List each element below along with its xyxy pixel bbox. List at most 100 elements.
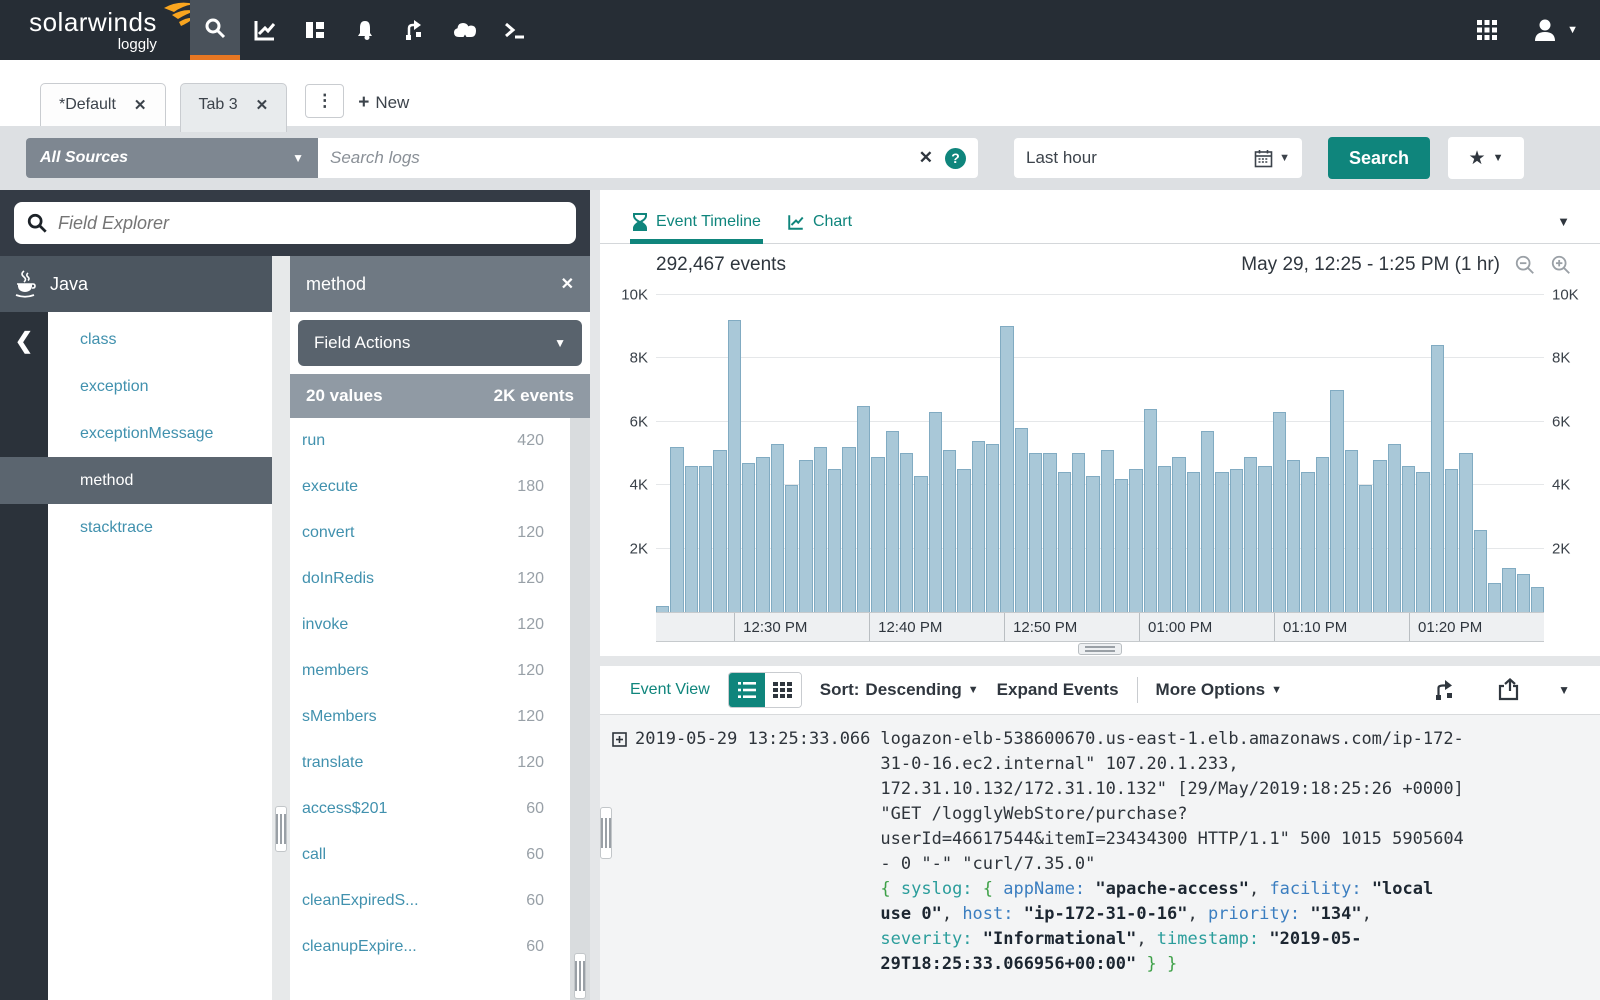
apps-grid-icon[interactable] — [1475, 18, 1499, 42]
histogram-bar[interactable] — [656, 606, 669, 612]
help-icon[interactable]: ? — [945, 148, 966, 169]
histogram-bar[interactable] — [1072, 453, 1085, 612]
new-tab-button[interactable]: + New — [358, 92, 409, 114]
resize-grip[interactable] — [574, 953, 586, 999]
histogram-bar[interactable] — [1172, 457, 1185, 612]
value-name[interactable]: doInRedis — [302, 570, 374, 588]
value-name[interactable]: invoke — [302, 616, 348, 634]
tab-overflow-menu-icon[interactable]: ⋮ — [305, 84, 344, 118]
histogram-bar[interactable] — [1373, 460, 1386, 612]
histogram-bar[interactable] — [1459, 453, 1472, 612]
histogram-bar[interactable] — [771, 444, 784, 612]
histogram-bar[interactable] — [728, 320, 741, 612]
value-row[interactable]: execute180 — [290, 464, 570, 510]
histogram-bar[interactable] — [1115, 479, 1128, 612]
histogram-bar[interactable] — [900, 453, 913, 612]
value-name[interactable]: access$201 — [302, 800, 387, 818]
histogram-bar[interactable] — [1445, 469, 1458, 612]
histogram-bar[interactable] — [1359, 485, 1372, 612]
histogram-bar[interactable] — [1416, 472, 1429, 612]
search-icon[interactable] — [190, 0, 240, 60]
value-row[interactable]: cleanupExpire...60 — [290, 924, 570, 970]
histogram-bar[interactable] — [1258, 466, 1271, 612]
value-row[interactable]: sMembers120 — [290, 694, 570, 740]
value-name[interactable]: execute — [302, 478, 358, 496]
terminal-icon[interactable] — [490, 0, 540, 60]
histogram-bar[interactable] — [1187, 472, 1200, 612]
tab-close-icon[interactable]: ✕ — [134, 96, 147, 114]
value-row[interactable]: call60 — [290, 832, 570, 878]
histogram-bar[interactable] — [1301, 472, 1314, 612]
histogram-bar[interactable] — [857, 406, 870, 612]
histogram-bar[interactable] — [986, 444, 999, 612]
histogram-bar[interactable] — [713, 450, 726, 612]
chart-icon[interactable] — [240, 0, 290, 60]
expand-events-button[interactable]: Expand Events — [997, 680, 1119, 700]
histogram-bar[interactable] — [828, 469, 841, 612]
user-icon[interactable]: ▼ — [1533, 17, 1578, 43]
cloud-icon[interactable] — [440, 0, 490, 60]
all-sources-dropdown[interactable]: All Sources ▼ — [26, 138, 318, 178]
values-scrollbar[interactable] — [570, 418, 590, 1000]
more-options-dropdown[interactable]: More Options ▼ — [1156, 680, 1282, 700]
histogram-bar[interactable] — [1000, 326, 1013, 612]
histogram-bar[interactable] — [1158, 466, 1171, 612]
histogram-bar[interactable] — [1215, 472, 1228, 612]
histogram-bar[interactable] — [1431, 345, 1444, 612]
histogram-bar[interactable] — [871, 457, 884, 612]
histogram-bar[interactable] — [886, 431, 899, 612]
collapse-chart-icon[interactable]: ▼ — [1557, 214, 1570, 229]
value-name[interactable]: cleanupExpire... — [302, 938, 417, 956]
value-name[interactable]: convert — [302, 524, 354, 542]
histogram-bar[interactable] — [957, 469, 970, 612]
histogram-bar[interactable] — [785, 485, 798, 612]
zoom-out-icon[interactable] — [1514, 254, 1536, 276]
histogram-bar[interactable] — [1402, 466, 1415, 612]
value-row[interactable]: translate120 — [290, 740, 570, 786]
histogram-bar[interactable] — [1517, 574, 1530, 612]
saved-searches-dropdown[interactable]: ★ ▼ — [1448, 137, 1524, 179]
histogram-bar[interactable] — [1029, 453, 1042, 612]
resize-grip-horizontal[interactable] — [1078, 643, 1122, 655]
value-row[interactable]: run420 — [290, 418, 570, 464]
histogram-bar[interactable] — [1345, 450, 1358, 612]
time-range-picker[interactable]: Last hour ▼ — [1014, 138, 1302, 178]
histogram-bar[interactable] — [1488, 583, 1501, 612]
value-row[interactable]: cleanExpiredS...60 — [290, 878, 570, 924]
value-row[interactable]: convert120 — [290, 510, 570, 556]
search-button[interactable]: Search — [1328, 137, 1430, 179]
histogram-bar[interactable] — [842, 447, 855, 612]
clear-search-icon[interactable]: ✕ — [919, 148, 933, 168]
histogram-bar[interactable] — [1388, 444, 1401, 612]
histogram-bar[interactable] — [1474, 530, 1487, 613]
field-item-exception[interactable]: exception — [48, 363, 272, 410]
dashboards-icon[interactable] — [290, 0, 340, 60]
value-row[interactable]: access$20160 — [290, 786, 570, 832]
value-row[interactable]: doInRedis120 — [290, 556, 570, 602]
field-group-java[interactable]: Java — [0, 256, 272, 312]
source-setup-icon[interactable] — [390, 0, 440, 60]
histogram-bar[interactable] — [1101, 450, 1114, 612]
histogram-bar[interactable] — [670, 447, 683, 612]
field-item-method[interactable]: method — [0, 457, 272, 504]
tab-3[interactable]: Tab 3 ✕ — [180, 83, 288, 132]
histogram-bar[interactable] — [972, 441, 985, 612]
solarwinds-loggly-logo[interactable]: solarwinds loggly — [0, 0, 190, 60]
expand-event-icon[interactable] — [612, 732, 627, 747]
histogram-bar[interactable] — [1129, 469, 1142, 612]
value-name[interactable]: cleanExpiredS... — [302, 892, 419, 910]
histogram-bar[interactable] — [1502, 568, 1515, 612]
histogram-bar[interactable] — [914, 476, 927, 612]
histogram-bar[interactable] — [1086, 476, 1099, 612]
histogram-bar[interactable] — [1015, 428, 1028, 612]
resize-grip[interactable] — [275, 806, 287, 852]
zoom-in-icon[interactable] — [1550, 254, 1572, 276]
tab-default[interactable]: *Default ✕ — [40, 83, 166, 126]
tab-close-icon[interactable]: ✕ — [256, 96, 269, 114]
grid-view-icon[interactable] — [765, 673, 801, 707]
resize-grip[interactable] — [600, 807, 612, 859]
histogram-bar[interactable] — [1230, 469, 1243, 612]
value-name[interactable]: translate — [302, 754, 363, 772]
histogram-bar[interactable] — [1144, 409, 1157, 612]
histogram-bar[interactable] — [756, 457, 769, 612]
